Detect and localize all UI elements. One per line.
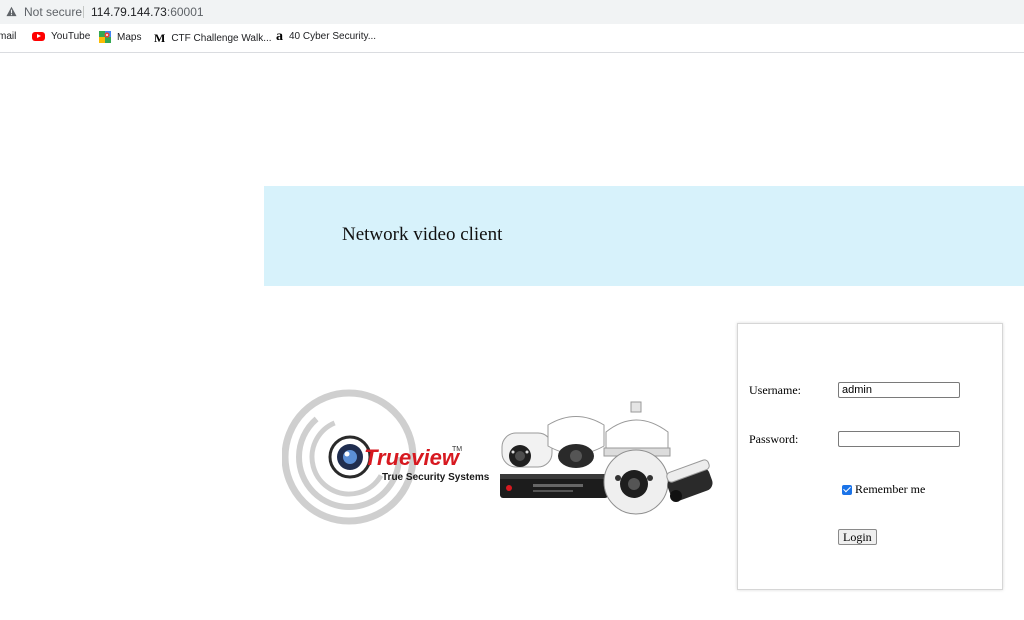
login-panel: Username: Password: Remember me Login: [737, 323, 1003, 590]
remember-label: Remember me: [855, 482, 926, 496]
remember-me[interactable]: Remember me: [842, 482, 925, 497]
bookmark-maps[interactable]: Maps: [99, 31, 141, 43]
camera-products-image: [498, 400, 713, 515]
warning-icon[interactable]: [6, 6, 17, 17]
page-title: Network video client: [342, 224, 503, 245]
logo-graphic: Trueview TM True Security Systems: [281, 389, 490, 525]
page-header-banner: Network video client: [264, 186, 1024, 286]
bookmark-label: mail: [0, 31, 17, 42]
bookmark-cyber[interactable]: a 40 Cyber Security...: [276, 28, 377, 44]
trueview-logo: Trueview TM True Security Systems: [281, 385, 492, 530]
username-input[interactable]: [838, 382, 960, 398]
url-port: :60001: [166, 5, 204, 19]
bookmark-label: 40 Cyber Security...: [289, 31, 377, 42]
bookmark-label: CTF Challenge Walk...: [171, 33, 272, 44]
bookmarks-bar: mail YouTube Maps M CTF Challenge Walk..…: [0, 24, 1024, 53]
url-text[interactable]: 114.79.144.73:60001: [91, 5, 204, 19]
medium-icon: M: [154, 31, 166, 45]
address-separator: [83, 6, 84, 18]
login-button[interactable]: Login: [838, 529, 877, 545]
password-input[interactable]: [838, 431, 960, 447]
bookmark-gmail[interactable]: mail: [0, 31, 16, 42]
password-label: Password:: [749, 432, 799, 446]
bookmark-label: Maps: [117, 31, 142, 43]
youtube-icon: [32, 32, 45, 41]
security-status[interactable]: Not secure: [24, 5, 82, 19]
url-host: 114.79.144.73: [91, 5, 167, 19]
bookmark-ctf[interactable]: M CTF Challenge Walk...: [154, 31, 272, 46]
remember-checkbox[interactable]: [842, 484, 852, 495]
bookmark-label: YouTube: [51, 31, 91, 42]
amazon-icon: a: [276, 28, 283, 44]
maps-icon: [99, 31, 111, 43]
logo-tagline: True Security Systems: [382, 472, 490, 483]
username-label: Username:: [749, 383, 801, 397]
cameras-graphic: [500, 401, 713, 515]
logo-brand: Trueview: [364, 445, 461, 470]
bookmark-youtube[interactable]: YouTube: [32, 31, 90, 42]
address-bar[interactable]: Not secure 114.79.144.73:60001: [0, 0, 1024, 24]
logo-trademark: TM: [452, 446, 462, 453]
